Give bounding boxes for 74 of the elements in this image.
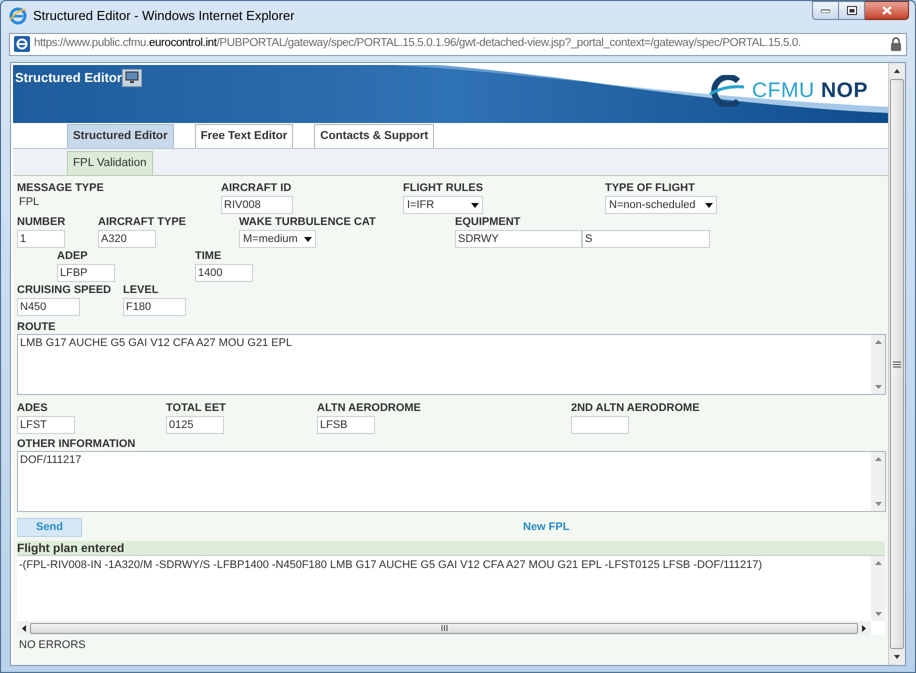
- section-header: Flight plan entered: [17, 541, 885, 555]
- input-field[interactable]: 1: [17, 230, 65, 248]
- dropdown-arrow-icon: [471, 202, 479, 208]
- field-label: TIME: [195, 249, 222, 263]
- dropdown-arrow-icon: [304, 236, 312, 242]
- dropdown[interactable]: N=non-scheduled: [605, 196, 717, 214]
- monitor-icon[interactable]: [122, 68, 142, 87]
- scrollbar-thumb[interactable]: [30, 622, 858, 634]
- input-field[interactable]: LFBP: [57, 264, 115, 282]
- input-field[interactable]: RIV008: [221, 196, 293, 214]
- field-label: OTHER INFORMATION: [17, 437, 136, 451]
- field-label: AIRCRAFT ID: [221, 181, 292, 195]
- route-textarea[interactable]: LMB G17 AUCHE G5 GAI V12 CFA A27 MOU G21 EPL: [17, 334, 886, 395]
- url-text: https://www.public.cfmu.eurocontrol.int/PUBPORTAL/gateway/spec/PORTAL.15.5.0.1.96/gwt-detached-view.jsp?_portal_context=/gateway/spec/PORTAL.15.5.0.: [34, 36, 802, 52]
- scroll-left-arrow-icon[interactable]: [22, 624, 26, 632]
- minimize-button[interactable]: [812, 1, 839, 20]
- field-label: LEVEL: [123, 283, 160, 297]
- tab[interactable]: Contacts & Support: [314, 124, 434, 148]
- input-field[interactable]: LFSB: [317, 416, 375, 434]
- field-label: EQUIPMENT: [455, 215, 522, 229]
- field-label: ADEP: [57, 249, 89, 263]
- browser-logo-icon: [9, 7, 27, 25]
- other-information-textarea[interactable]: DOF/111217: [17, 451, 886, 512]
- close-icon: [882, 6, 892, 15]
- input-field[interactable]: [571, 416, 629, 434]
- tab[interactable]: Structured Editor: [67, 124, 174, 148]
- input-field[interactable]: N450: [17, 298, 80, 316]
- field-label: ADES: [17, 401, 49, 415]
- field-label: WAKE TURBULENCE CAT: [239, 215, 377, 229]
- input-field[interactable]: 1400: [195, 264, 253, 282]
- horizontal-scrollbar[interactable]: [17, 621, 871, 635]
- field-label: FLIGHT RULES: [403, 181, 484, 195]
- input-field[interactable]: SDRWY: [455, 230, 582, 248]
- grip-icon: [440, 625, 448, 631]
- field-label: TOTAL EET: [166, 401, 227, 415]
- input-field[interactable]: A320: [98, 230, 156, 248]
- field-label: AIRCRAFT TYPE: [98, 215, 187, 229]
- close-button[interactable]: [865, 1, 909, 20]
- page-title: Structured Editor: [15, 69, 122, 87]
- browser-logo-icon: [14, 36, 30, 52]
- scroll-right-arrow-icon[interactable]: [862, 624, 866, 632]
- subtab[interactable]: FPL Validation: [67, 151, 153, 175]
- lock-icon: [890, 37, 902, 51]
- logo-text: CFMU NOP: [752, 78, 868, 104]
- dropdown[interactable]: M=medium: [239, 230, 316, 248]
- dropdown-arrow-icon: [705, 202, 713, 208]
- field-label: MESSAGE TYPE: [17, 181, 105, 195]
- grip-icon: [893, 360, 901, 368]
- address-field[interactable]: https://www.public.cfmu.eurocontrol.int/PUBPORTAL/gateway/spec/PORTAL.15.5.0.1.96/gwt-detached-view.jsp?_portal_context=/gateway/spec/PORTAL.15.5.0.: [9, 32, 907, 56]
- minimize-icon: [821, 8, 830, 12]
- dropdown[interactable]: I=IFR: [403, 196, 483, 214]
- field-label: ALTN AERODROME: [317, 401, 422, 415]
- input-field[interactable]: 0125: [166, 416, 224, 434]
- new-fpl-link[interactable]: New FPL: [523, 518, 570, 536]
- field-label: CRUISING SPEED: [17, 283, 112, 297]
- tab[interactable]: Free Text Editor: [194, 124, 294, 148]
- input-field[interactable]: S: [582, 230, 710, 248]
- field-label: NUMBER: [17, 215, 66, 229]
- window-title: Structured Editor - Windows Internet Explorer: [33, 7, 295, 26]
- scrollbar[interactable]: [888, 63, 905, 665]
- field-label: TYPE OF FLIGHT: [605, 181, 696, 195]
- input-field[interactable]: F180: [123, 298, 186, 316]
- scrollbar-thumb[interactable]: [890, 79, 904, 649]
- input-field[interactable]: LFST: [17, 416, 75, 434]
- flight-plan-message: -(FPL-RIV008-IN -1A320/M -SDRWY/S -LFBP1400 -N450F180 LMB G17 AUCHE G5 GAI V12 CFA A27 MOU G21 EPL -LFST0125 LFSB -DOF/111217): [18, 558, 763, 573]
- field-value: FPL: [18, 195, 40, 210]
- maximize-icon: [846, 6, 856, 15]
- status-text: NO ERRORS: [18, 638, 87, 652]
- field-label: ROUTE: [17, 320, 56, 334]
- logo-emblem-icon: [708, 75, 744, 107]
- maximize-button[interactable]: [839, 1, 865, 20]
- text-value: DOF/111217: [19, 453, 82, 468]
- field-label: 2ND ALTN AERODROME: [571, 401, 700, 415]
- text-value: LMB G17 AUCHE G5 GAI V12 CFA A27 MOU G21 EPL: [19, 336, 294, 351]
